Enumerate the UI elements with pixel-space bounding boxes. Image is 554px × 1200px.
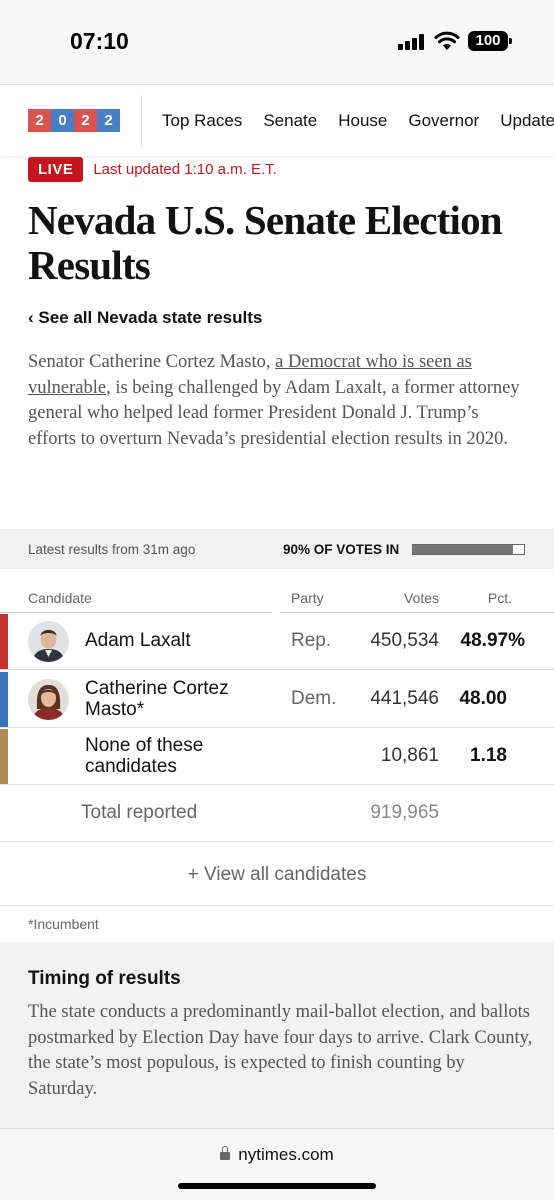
candidate-name: Adam Laxalt [85,630,191,651]
total-reported-row: Total reported 919,965 [0,785,554,842]
candidate-party: Rep. [291,630,332,651]
url-display[interactable]: nytimes.com [0,1145,554,1165]
url-text: nytimes.com [238,1145,334,1164]
incumbent-note: *Incumbent [28,916,99,932]
browser-url-bar[interactable]: nytimes.com [0,1128,554,1200]
table-row: None of these candidates 10,861 1.18 [0,728,554,785]
candidate-votes: 450,534 [370,630,439,651]
results-status-bar: Latest results from 31m ago 90% OF VOTES… [0,529,554,569]
live-row: LIVE Last updated 1:10 a.m. E.T. [28,157,277,182]
candidate-votes: 441,546 [370,688,439,709]
timing-of-results-section: Timing of results The state conducts a p… [0,942,554,1128]
votes-in-progress-bar [412,544,525,555]
logo-digit: 2 [28,109,51,132]
latest-results-time: Latest results from 31m ago [28,542,196,557]
candidate-photo-cortez-masto [28,679,69,720]
candidate-party: Dem. [291,688,337,709]
see-all-state-results-link[interactable]: ‹ See all Nevada state results [28,308,262,328]
nav-items: Top Races Senate House Governor Updates [162,111,554,131]
table-row: Adam Laxalt Rep. 450,534 48.97% [0,613,554,670]
election-2022-logo[interactable]: 2 0 2 2 [28,109,120,132]
summary-text-before: Senator Catherine Cortez Masto, [28,352,276,372]
timing-body: The state conducts a predominantly mail-… [28,1002,533,1099]
nav-item-governor[interactable]: Governor [408,111,479,131]
party-color-bar [0,672,8,727]
clock: 07:10 [70,28,129,54]
party-color-bar [0,729,8,784]
candidate-pct: 48.00 [459,688,507,709]
header-votes: Votes [403,590,439,606]
header-pct: Pct. [487,590,512,606]
votes-in-progress-fill [413,545,513,554]
candidate-votes: 10,861 [380,745,439,766]
header-candidate: Candidate [28,590,92,606]
candidate-name: Catherine Cortez Masto* [85,678,229,720]
top-nav: 2 0 2 2 Top Races Senate House Governor … [0,84,554,156]
page-title: Nevada U.S. Senate Election Results [28,197,503,288]
nav-item-updates[interactable]: Updates [500,111,554,131]
candidate-pct: 48.97% [460,630,525,651]
logo-digit: 2 [74,109,97,132]
total-reported-label: Total reported [81,802,198,823]
live-badge: LIVE [28,157,84,182]
wifi-icon [434,31,460,50]
nav-item-house[interactable]: House [338,111,387,131]
timing-title: Timing of results [28,968,181,989]
logo-digit: 0 [51,109,74,132]
cellular-signal-icon [398,34,424,50]
logo-digit: 2 [97,109,120,132]
view-all-candidates-button[interactable]: + View all candidates [0,843,554,906]
nav-divider [141,95,142,147]
candidate-name: None of these candidates [85,735,204,777]
last-updated: Last updated 1:10 a.m. E.T. [93,161,277,178]
table-row: Catherine Cortez Masto* Dem. 441,546 48.… [0,671,554,728]
party-color-bar [0,614,8,669]
battery-icon: 100 [468,31,512,51]
status-bar: 07:10 100 [0,0,554,84]
lock-icon [220,1146,231,1160]
nav-item-top-races[interactable]: Top Races [162,111,242,131]
total-reported-votes: 919,965 [370,802,439,823]
candidate-pct: 1.18 [470,745,507,766]
race-summary: Senator Catherine Cortez Masto, a Democr… [28,350,528,452]
home-indicator[interactable] [178,1183,376,1189]
candidate-photo-laxalt [28,621,69,662]
header-party: Party [291,590,324,606]
votes-in-label: 90% OF VOTES IN [283,542,400,557]
nav-item-senate[interactable]: Senate [263,111,317,131]
